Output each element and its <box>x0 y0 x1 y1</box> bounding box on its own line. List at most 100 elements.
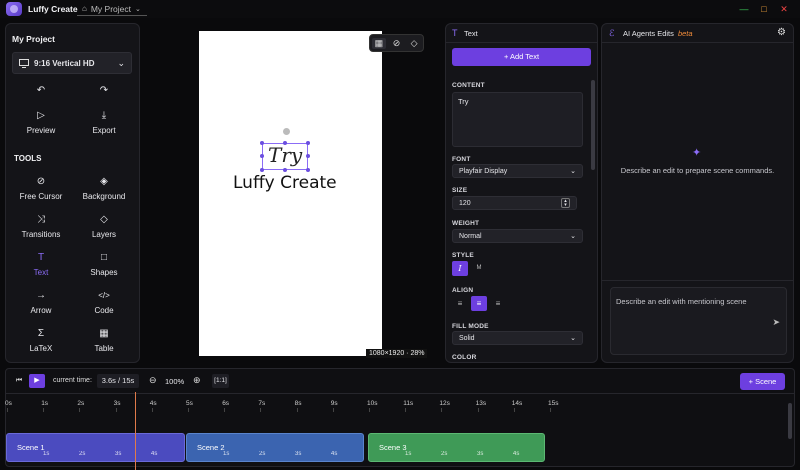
app-name: Luffy Create <box>28 4 78 14</box>
scene-block-2[interactable]: Scene 2 1s 2s 3s 4s <box>186 433 364 462</box>
video-canvas[interactable] <box>199 31 382 356</box>
send-icon[interactable]: ➤ <box>772 317 780 328</box>
zoom-in-icon[interactable]: ⊕ <box>193 375 201 386</box>
canvas-text-try[interactable]: Try <box>268 143 302 167</box>
fill-mode-label: FILL MODE <box>452 323 489 330</box>
resize-handle[interactable] <box>306 168 310 172</box>
resize-handle[interactable] <box>283 168 287 172</box>
timeline-tick-mark <box>260 408 262 412</box>
tool-latex[interactable]: Σ LaTeX <box>10 328 72 353</box>
resize-handle[interactable] <box>260 141 264 145</box>
scene-tick: 2s <box>259 451 266 457</box>
weight-select[interactable]: Normal ⌄ <box>452 229 583 243</box>
size-input[interactable]: 120 ▴ ▾ <box>452 196 577 210</box>
resize-handle[interactable] <box>306 141 310 145</box>
table-icon: ▦ <box>99 328 109 339</box>
canvas-toolbar: ▦ ⊘ ◇ <box>369 34 424 52</box>
timeline-scrollbar[interactable] <box>788 403 792 439</box>
divider <box>601 280 794 281</box>
tool-transitions[interactable]: ⤨ Transitions <box>10 214 72 239</box>
tool-table[interactable]: ▦ Table <box>73 328 135 353</box>
scene-tick: 1s <box>223 451 230 457</box>
size-label: SIZE <box>452 187 468 194</box>
content-label: CONTENT <box>452 82 485 89</box>
tool-layers[interactable]: ◇ Layers <box>73 214 135 239</box>
resize-handle[interactable] <box>260 168 264 172</box>
tool-shapes[interactable]: □ Shapes <box>73 252 135 277</box>
add-text-button[interactable]: + Add Text <box>452 48 591 66</box>
align-left-icon[interactable]: ≡ <box>452 296 468 311</box>
font-select[interactable]: Playfair Display ⌄ <box>452 164 583 178</box>
current-time-value: 3.6s / 15s <box>97 374 139 388</box>
panel-scrollbar[interactable] <box>591 80 595 170</box>
grid-icon[interactable]: ▦ <box>371 37 386 49</box>
eraser-icon[interactable]: ◇ <box>407 38 421 49</box>
scene-block-3[interactable]: Scene 3 1s 2s 3s 4s <box>368 433 545 462</box>
maximize-button[interactable]: □ <box>758 3 770 15</box>
close-button[interactable]: ✕ <box>778 3 790 15</box>
format-select[interactable]: 9:16 Vertical HD ⌄ <box>12 52 132 74</box>
redo-button[interactable]: ↷ <box>73 85 135 101</box>
fill-mode-select-value: Solid <box>459 334 475 342</box>
beta-badge: beta <box>677 29 693 38</box>
chevron-down-icon: ⌄ <box>117 57 125 68</box>
tool-code[interactable]: </> Code <box>73 290 135 315</box>
cursor-off-icon: ⊘ <box>36 176 46 187</box>
resize-handle[interactable] <box>306 154 310 158</box>
fit-button[interactable]: [1:1] <box>212 374 229 388</box>
tool-label: Layers <box>91 230 116 239</box>
sigma-icon: Σ <box>37 328 45 339</box>
shuffle-icon: ⤨ <box>37 214 45 225</box>
playhead[interactable] <box>135 392 136 470</box>
scene-tick: 2s <box>79 451 86 457</box>
align-center-icon[interactable]: ≡ <box>471 296 487 311</box>
undo-button[interactable]: ↶ <box>10 85 72 101</box>
ai-empty-message: Describe an edit to prepare scene comman… <box>620 166 775 175</box>
ai-prompt-placeholder: Describe an edit with mentioning scene <box>616 297 747 306</box>
text-panel-header: Text <box>464 29 478 38</box>
monospace-button[interactable]: M <box>471 261 487 276</box>
timeline-tick-mark <box>43 408 45 412</box>
fill-mode-select[interactable]: Solid ⌄ <box>452 331 583 345</box>
content-textarea[interactable]: Try <box>452 92 583 147</box>
divider <box>445 42 598 43</box>
layers-icon: ◇ <box>100 214 108 225</box>
ai-panel-title-text: AI Agents Edits <box>623 29 674 38</box>
tool-text[interactable]: T Text <box>10 252 72 277</box>
tool-free-cursor[interactable]: ⊘ Free Cursor <box>10 176 72 201</box>
timeline-tick-mark <box>296 408 298 412</box>
tool-background[interactable]: ◈ Background <box>73 176 135 201</box>
scene-tick: 4s <box>513 451 520 457</box>
scene-block-1[interactable]: Scene 1 1s 2s 3s 4s <box>6 433 185 462</box>
chevron-down-icon: ⌄ <box>570 335 576 342</box>
canvas-text-title[interactable]: Luffy Create <box>233 173 337 193</box>
align-right-icon[interactable]: ≡ <box>490 296 506 311</box>
tool-label: Transitions <box>21 230 61 239</box>
play-button[interactable]: ▶ <box>29 374 45 388</box>
tool-arrow[interactable]: → Arrow <box>10 290 72 315</box>
preview-button[interactable]: ▷ Preview <box>10 110 72 135</box>
monitor-icon <box>19 58 29 68</box>
gear-icon[interactable]: ⚙ <box>777 27 786 38</box>
tool-label: Background <box>82 192 126 201</box>
stepper-icon[interactable]: ▴ ▾ <box>561 198 570 208</box>
ai-agent-icon: ℰ <box>609 28 615 38</box>
tool-label: Code <box>94 306 114 315</box>
align-label: ALIGN <box>452 287 474 294</box>
timeline-tick-mark <box>151 408 153 412</box>
italic-button[interactable]: I <box>452 261 468 276</box>
export-label: Export <box>92 126 116 135</box>
skip-back-button[interactable]: ⏮ <box>11 374 27 388</box>
minimize-button[interactable]: — <box>738 3 750 15</box>
timeline-tick-label: 1s <box>41 400 49 407</box>
ai-prompt-input[interactable]: Describe an edit with mentioning scene ➤ <box>610 287 787 355</box>
resize-handle[interactable] <box>260 154 264 158</box>
project-tab[interactable]: ⌂ My Project ⌄ <box>77 2 147 16</box>
undo-icon: ↶ <box>36 85 46 96</box>
add-scene-button[interactable]: + Scene <box>740 373 785 390</box>
export-button[interactable]: ⤓ Export <box>73 110 135 135</box>
eye-off-icon[interactable]: ⊘ <box>389 38 403 49</box>
zoom-out-icon[interactable]: ⊖ <box>149 375 157 386</box>
rotate-handle[interactable] <box>283 128 290 135</box>
timeline-tick-label: 0s <box>5 400 12 407</box>
